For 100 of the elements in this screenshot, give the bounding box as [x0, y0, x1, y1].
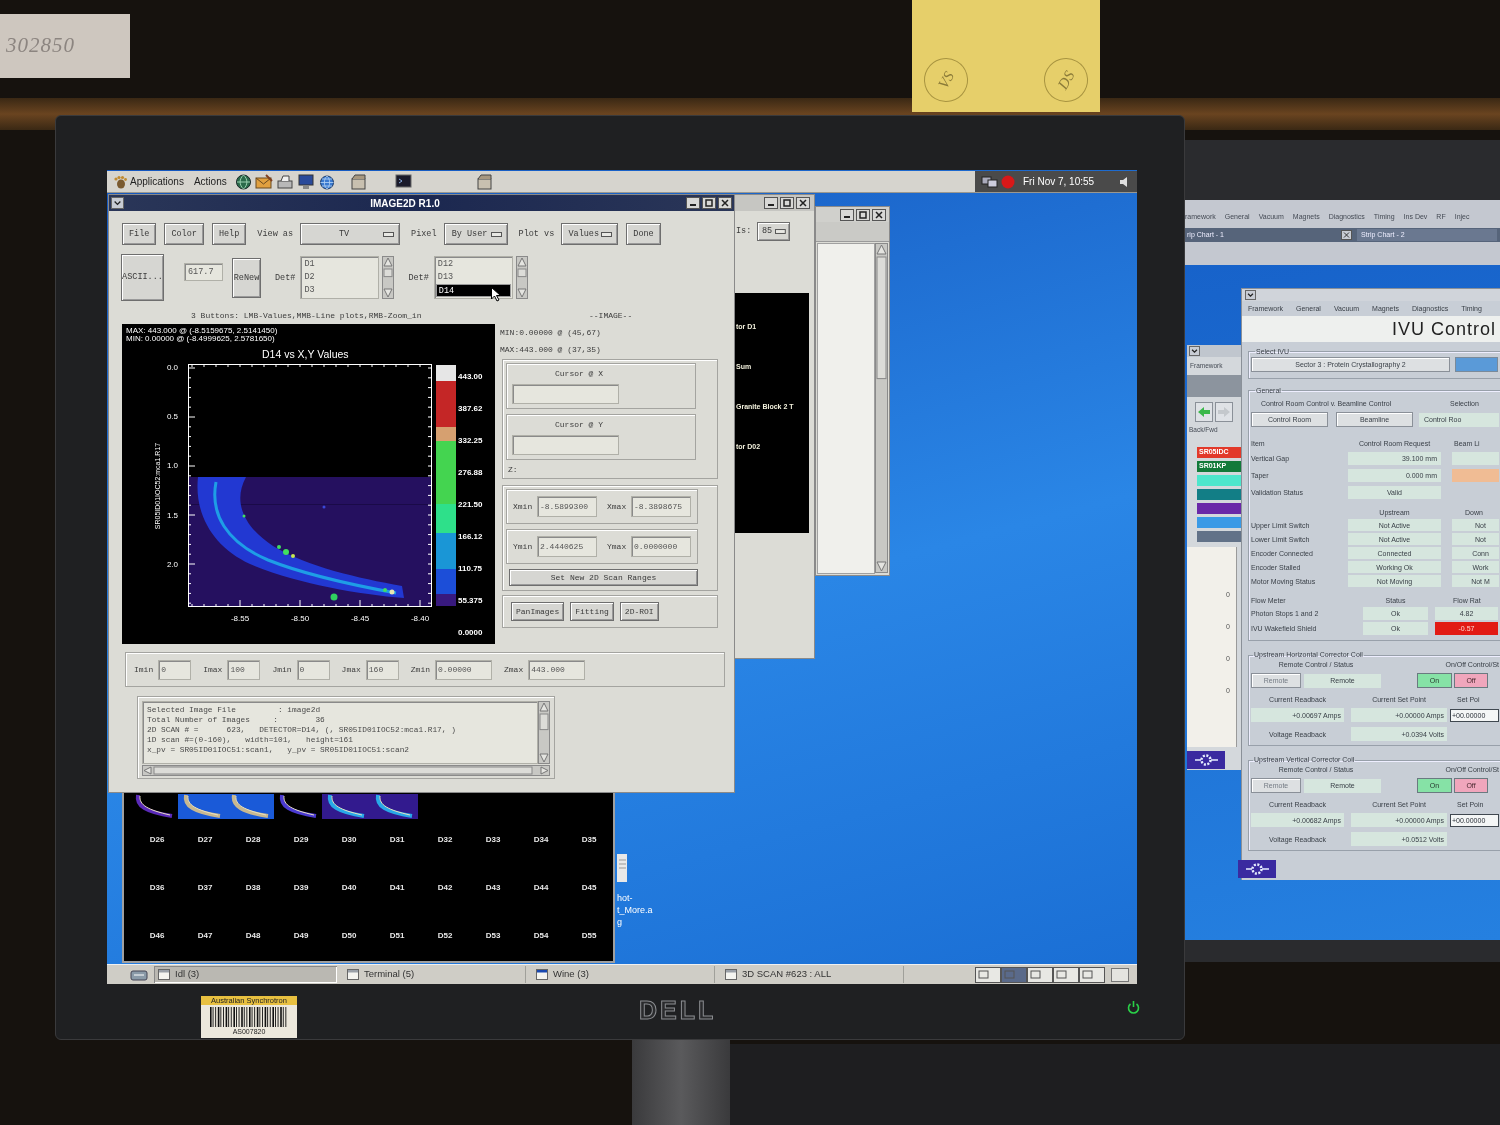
detector-label[interactable]: D26: [149, 834, 165, 845]
detector-label[interactable]: D49: [293, 930, 309, 941]
globe-icon[interactable]: [317, 173, 336, 190]
taskbar-button[interactable]: Terminal (5): [343, 966, 526, 984]
renew-button[interactable]: ReNew: [232, 258, 261, 298]
detector-label[interactable]: D45: [581, 882, 597, 893]
thumbnail-image[interactable]: [370, 794, 418, 819]
list-item[interactable]: D12: [435, 258, 511, 271]
toolbar-button[interactable]: Help: [211, 223, 247, 245]
option-menu[interactable]: TV: [300, 223, 401, 245]
show-desktop-icon[interactable]: [1111, 967, 1129, 982]
detector-list[interactable]: D12 D13 D14: [433, 256, 513, 299]
detector-label[interactable]: D27: [197, 834, 213, 845]
set-ranges-button[interactable]: Set New 2D Scan Ranges: [509, 569, 698, 586]
minimize-icon[interactable]: [764, 197, 778, 209]
scrollbar[interactable]: [875, 243, 888, 573]
detector-label[interactable]: D47: [197, 930, 213, 941]
detector-label[interactable]: D37: [197, 882, 213, 893]
cursor-field[interactable]: [512, 435, 619, 455]
window-list-icon[interactable]: [130, 967, 148, 982]
window-menu-icon[interactable]: [111, 197, 124, 209]
range-field[interactable]: 2.4440625: [537, 536, 597, 557]
box-icon[interactable]: [475, 173, 493, 190]
maximize-icon[interactable]: [856, 208, 870, 221]
detector-label[interactable]: D34: [533, 834, 549, 845]
index-field[interactable]: 443.000: [528, 659, 586, 680]
window-menu-icon[interactable]: [1245, 290, 1256, 300]
cursor-field[interactable]: [512, 384, 619, 404]
index-field[interactable]: 100: [227, 659, 261, 680]
taskbar-button[interactable]: Idl (3): [154, 966, 337, 984]
maximize-icon[interactable]: [780, 197, 794, 209]
detector-label[interactable]: D44: [533, 882, 549, 893]
index-field[interactable]: 0: [158, 659, 192, 680]
icon-label[interactable]: hot- t_More.a g: [617, 892, 653, 928]
option-menu[interactable]: Values: [561, 223, 619, 245]
workspace-pager[interactable]: [975, 966, 1105, 983]
detector-label[interactable]: D28: [245, 834, 261, 845]
action-button[interactable]: 2D-ROI: [619, 602, 659, 621]
list-item[interactable]: D2: [302, 271, 378, 284]
detector-label[interactable]: D38: [245, 882, 261, 893]
thumbnail-image[interactable]: [178, 794, 226, 819]
scrollbar[interactable]: [538, 701, 550, 764]
option-menu[interactable]: By User: [443, 223, 508, 245]
close-icon[interactable]: [796, 197, 810, 209]
detector-label[interactable]: D48: [245, 930, 261, 941]
detector-label[interactable]: D29: [293, 834, 309, 845]
index-field[interactable]: 0: [296, 659, 330, 680]
detector-label[interactable]: D30: [341, 834, 357, 845]
minimize-icon[interactable]: [840, 208, 854, 221]
list-item[interactable]: D3: [302, 284, 378, 297]
detector-label[interactable]: D33: [485, 834, 501, 845]
list-item[interactable]: D14: [435, 284, 511, 297]
index-field[interactable]: 160: [365, 659, 399, 680]
value-field[interactable]: 617.7: [184, 263, 223, 281]
taskbar-button[interactable]: Wine (3): [532, 966, 715, 984]
detector-label[interactable]: D52: [437, 930, 453, 941]
action-button[interactable]: Fitting: [570, 602, 614, 621]
range-field[interactable]: -8.5899300: [537, 496, 597, 517]
detector-label[interactable]: D50: [341, 930, 357, 941]
list-item[interactable]: D1: [302, 258, 378, 271]
scrollbar[interactable]: [515, 256, 528, 299]
range-field[interactable]: -8.3898675: [631, 496, 691, 517]
close-icon[interactable]: [872, 208, 886, 221]
taskbar-button[interactable]: 3D SCAN #623 : ALL: [721, 966, 904, 984]
minimize-icon[interactable]: [686, 197, 700, 209]
detector-label[interactable]: D40: [341, 882, 357, 893]
status-tag[interactable]: [1197, 530, 1243, 542]
status-tag[interactable]: [1197, 502, 1243, 514]
scrollbar[interactable]: [382, 256, 395, 299]
scrollbar[interactable]: [142, 765, 550, 776]
menu-item[interactable]: Actions: [193, 174, 227, 189]
index-field[interactable]: 0.00000: [435, 659, 492, 680]
toolbar-button[interactable]: Color: [164, 223, 204, 245]
clock[interactable]: Fri Nov 7, 10:55: [1023, 174, 1095, 189]
toolbar-button[interactable]: File: [122, 223, 157, 245]
detector-label[interactable]: D43: [485, 882, 501, 893]
detector-label[interactable]: D51: [389, 930, 405, 941]
detector-label[interactable]: D41: [389, 882, 405, 893]
toolbar-button[interactable]: Done: [626, 223, 661, 245]
globe-icon[interactable]: [234, 173, 252, 190]
thumbnail-image[interactable]: [322, 794, 370, 819]
detector-label[interactable]: D46: [149, 930, 165, 941]
thumbnail-image[interactable]: [226, 794, 274, 819]
option-menu[interactable]: 85: [757, 222, 790, 241]
monitor-icon[interactable]: [296, 173, 315, 190]
power-icon[interactable]: [1127, 1000, 1140, 1015]
detector-label[interactable]: D31: [389, 834, 405, 845]
ascii-button[interactable]: ASCII...: [121, 254, 164, 301]
range-field[interactable]: 0.0000000: [631, 536, 691, 557]
detector-label[interactable]: D39: [293, 882, 309, 893]
menu-item[interactable]: Applications: [113, 174, 184, 189]
list-item[interactable]: D13: [435, 271, 511, 284]
envelope-icon[interactable]: [254, 173, 273, 190]
detector-label[interactable]: D55: [581, 930, 597, 941]
box-icon[interactable]: [349, 173, 367, 190]
detector-label[interactable]: D42: [437, 882, 453, 893]
printer-icon[interactable]: [275, 173, 294, 190]
action-button[interactable]: PanImages: [511, 602, 565, 621]
window-menu-icon[interactable]: [1189, 346, 1200, 356]
terminal-icon[interactable]: [394, 174, 412, 189]
